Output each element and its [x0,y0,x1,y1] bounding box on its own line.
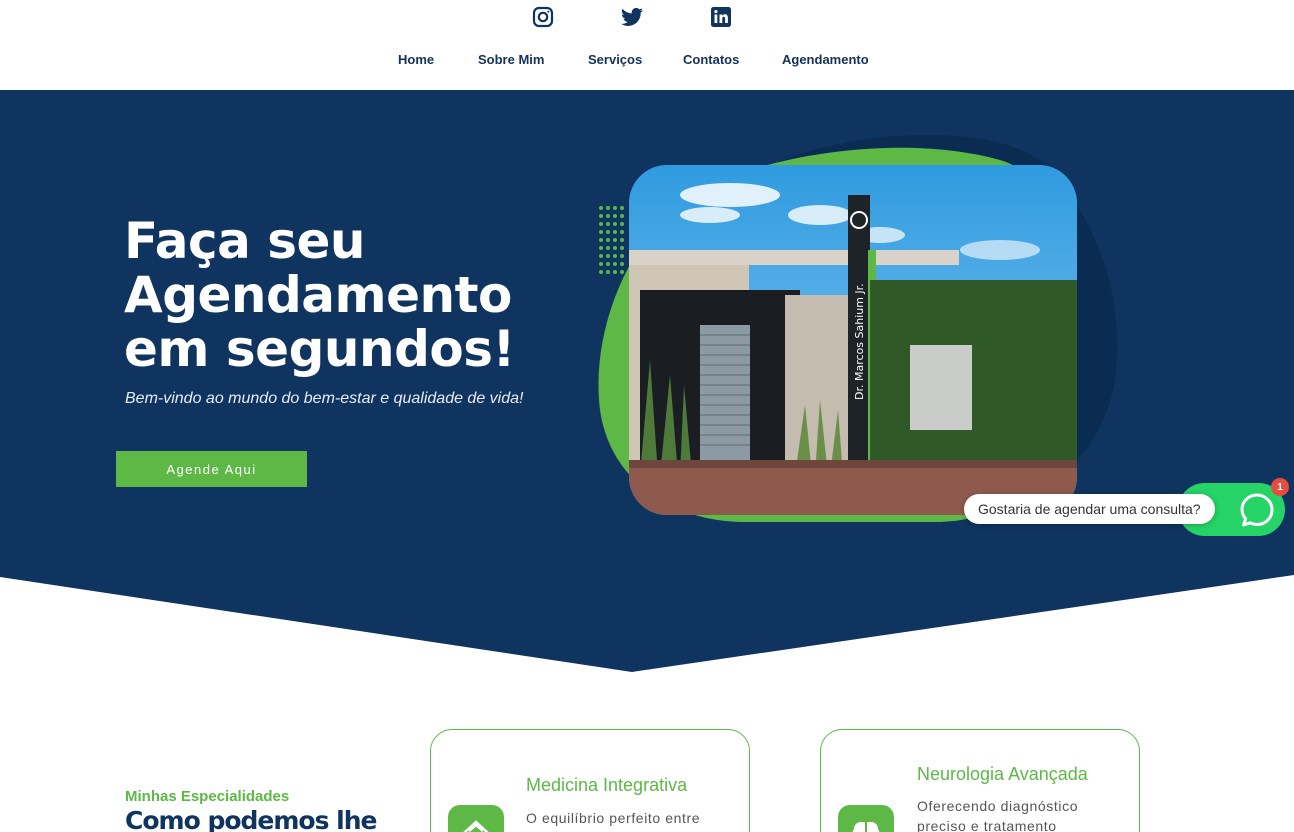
instagram-icon[interactable] [531,5,555,29]
clinic-sign-text: Dr. Marcos Sahium Jr. [853,283,866,400]
clinic-facade-image: Dr. Marcos Sahium Jr. [598,134,1118,522]
card-text: O equilíbrio perfeito entre [526,810,701,826]
hero-subtitle: Bem-vindo ao mundo do bem-estar e qualid… [125,390,524,407]
hero-title-line-3: em segundos! [124,320,515,378]
home-icon [448,805,504,832]
brain-icon [838,805,894,832]
section-heading: Como podemos lhe [125,806,378,832]
card-title: Neurologia Avançada [917,764,1088,784]
card-title: Medicina Integrativa [526,775,688,795]
whatsapp-icon[interactable] [1236,489,1278,531]
notification-badge: 1 [1271,478,1289,496]
hero-title-line-2: Agendamento [124,266,512,324]
hero-title: Faça seu Agendamento em segundos! [124,214,584,376]
nav-item-home[interactable]: Home [398,52,434,67]
nav-item-sobre-mim[interactable]: Sobre Mim [478,52,544,67]
linkedin-icon[interactable] [709,5,733,29]
agende-aqui-button[interactable]: Agende Aqui [116,451,307,487]
section-kicker: Minhas Especialidades [125,788,290,805]
nav-item-agendamento[interactable]: Agendamento [782,52,869,67]
main-nav: Home Sobre Mim Serviços Contatos Agendam… [0,52,1294,70]
twitter-icon[interactable] [620,5,644,29]
speciality-card-neurologia-avancada[interactable]: Neurologia Avançada Oferecendo diagnósti… [820,729,1140,832]
social-bar [0,5,1294,31]
dot-pattern [599,206,624,274]
nav-item-servicos[interactable]: Serviços [588,52,642,67]
card-text: Oferecendo diagnóstico preciso e tratame… [917,798,1079,832]
nav-item-contatos[interactable]: Contatos [683,52,739,67]
speciality-card-medicina-integrativa[interactable]: Medicina Integrativa O equilíbrio perfei… [430,729,750,832]
hero-title-line-1: Faça seu [124,212,366,270]
whatsapp-prompt-bubble[interactable]: Gostaria de agendar uma consulta? [964,494,1215,524]
